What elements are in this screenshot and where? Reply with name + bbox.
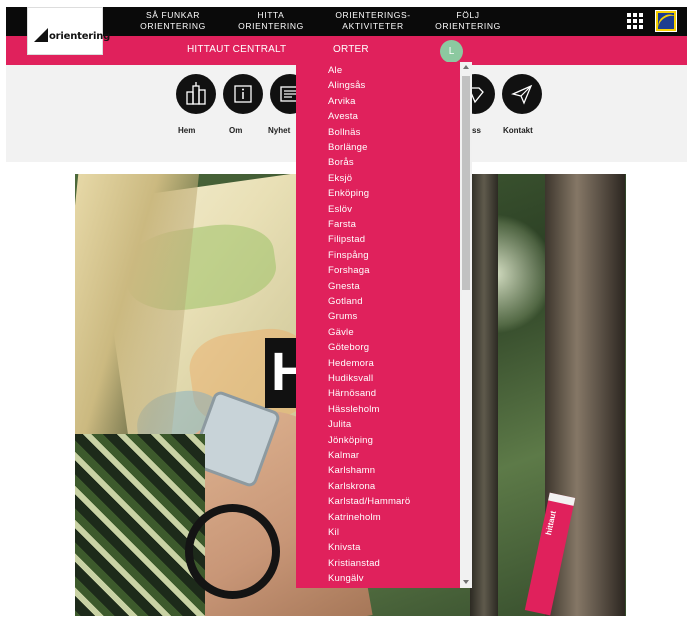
town-item[interactable]: Knivsta	[328, 542, 361, 553]
town-item[interactable]: Kungälv	[328, 573, 364, 584]
town-item[interactable]: Julita	[328, 419, 351, 430]
nav-line-1: HITTA	[257, 10, 285, 20]
town-item[interactable]: Ale	[328, 65, 342, 76]
subnav-orter[interactable]: ORTER	[333, 44, 369, 55]
town-item[interactable]: Kalmar	[328, 450, 359, 461]
about-label: Om	[229, 126, 243, 135]
home-button[interactable]	[176, 74, 216, 114]
orter-dropdown[interactable]: Ale Alingsås Arvika Avesta Bollnäs Borlänge Bo…	[296, 62, 472, 588]
logo-text: orientering	[49, 31, 111, 42]
user-avatar[interactable]: L	[440, 40, 463, 63]
nav-line-2: ORIENTERING	[238, 21, 304, 31]
apps-grid-icon[interactable]	[627, 13, 643, 29]
town-item[interactable]: Gotland	[328, 296, 363, 307]
town-item[interactable]: Filipstad	[328, 234, 365, 245]
contact-label: Kontakt	[503, 126, 533, 135]
town-item[interactable]: Borlänge	[328, 142, 368, 153]
about-button[interactable]	[223, 74, 263, 114]
town-item[interactable]: Hudiksvall	[328, 373, 373, 384]
scroll-up-arrow-icon[interactable]	[463, 65, 469, 69]
nav-folj-orientering[interactable]: FÖLJ ORIENTERING	[430, 10, 506, 32]
subnav-hittaut-centralt[interactable]: HITTAUT CENTRALT	[187, 44, 286, 55]
nav-orienteringsaktiviteter[interactable]: ORIENTERINGS- AKTIVITETER	[330, 10, 416, 32]
city-buildings-icon	[186, 82, 206, 105]
town-item[interactable]: Karlshamn	[328, 465, 375, 476]
town-item[interactable]: Arvika	[328, 96, 356, 107]
town-item[interactable]: Eslöv	[328, 204, 352, 215]
dropdown-scrollbar[interactable]	[460, 62, 472, 588]
town-item[interactable]: Borås	[328, 157, 354, 168]
logo-triangle-icon	[34, 28, 48, 42]
town-item[interactable]: Enköping	[328, 188, 369, 199]
town-item[interactable]: Kristianstad	[328, 558, 380, 569]
orientering-logo[interactable]: orientering	[27, 7, 110, 55]
scrollbar-thumb[interactable]	[462, 76, 470, 290]
town-item[interactable]: Finspång	[328, 250, 369, 261]
home-label: Hem	[178, 126, 196, 135]
town-item[interactable]: Bollnäs	[328, 127, 361, 138]
town-item[interactable]: Farsta	[328, 219, 356, 230]
nav-hitta-orientering[interactable]: HITTA ORIENTERING	[233, 10, 309, 32]
nav-line-1: ORIENTERINGS-	[335, 10, 411, 20]
town-item[interactable]: Forshaga	[328, 265, 370, 276]
paper-plane-icon	[511, 84, 533, 105]
town-item[interactable]: Hedemora	[328, 358, 374, 369]
nav-line-2: ORIENTERING	[435, 21, 501, 31]
town-item[interactable]: Eksjö	[328, 173, 352, 184]
info-icon	[234, 85, 252, 103]
town-item[interactable]: Gnesta	[328, 281, 360, 292]
nav-sa-funkar-orientering[interactable]: SÅ FUNKAR ORIENTERING	[135, 10, 211, 32]
town-item[interactable]: Karlstad/Hammarö	[328, 496, 410, 507]
town-item[interactable]: Avesta	[328, 111, 358, 122]
town-item[interactable]: Hässleholm	[328, 404, 380, 415]
nav-line-2: ORIENTERING	[140, 21, 206, 31]
town-item[interactable]: Härnösand	[328, 388, 376, 399]
town-item[interactable]: Grums	[328, 311, 358, 322]
nav-line-1: FÖLJ	[456, 10, 480, 20]
contact-button[interactable]	[502, 74, 542, 114]
town-item[interactable]: Gävle	[328, 327, 354, 338]
news-label: Nyhet	[268, 126, 291, 135]
federation-logo-icon[interactable]	[655, 10, 677, 32]
scroll-down-arrow-icon[interactable]	[463, 580, 469, 584]
town-item[interactable]: Jönköping	[328, 435, 373, 446]
town-item[interactable]: Alingsås	[328, 80, 366, 91]
nav-line-2: AKTIVITETER	[342, 21, 404, 31]
town-item[interactable]: Karlskrona	[328, 481, 375, 492]
town-item[interactable]: Kil	[328, 527, 339, 538]
town-item[interactable]: Göteborg	[328, 342, 369, 353]
town-item[interactable]: Katrineholm	[328, 512, 381, 523]
nav-line-1: SÅ FUNKAR	[145, 10, 201, 20]
press-label: ss	[472, 126, 481, 135]
